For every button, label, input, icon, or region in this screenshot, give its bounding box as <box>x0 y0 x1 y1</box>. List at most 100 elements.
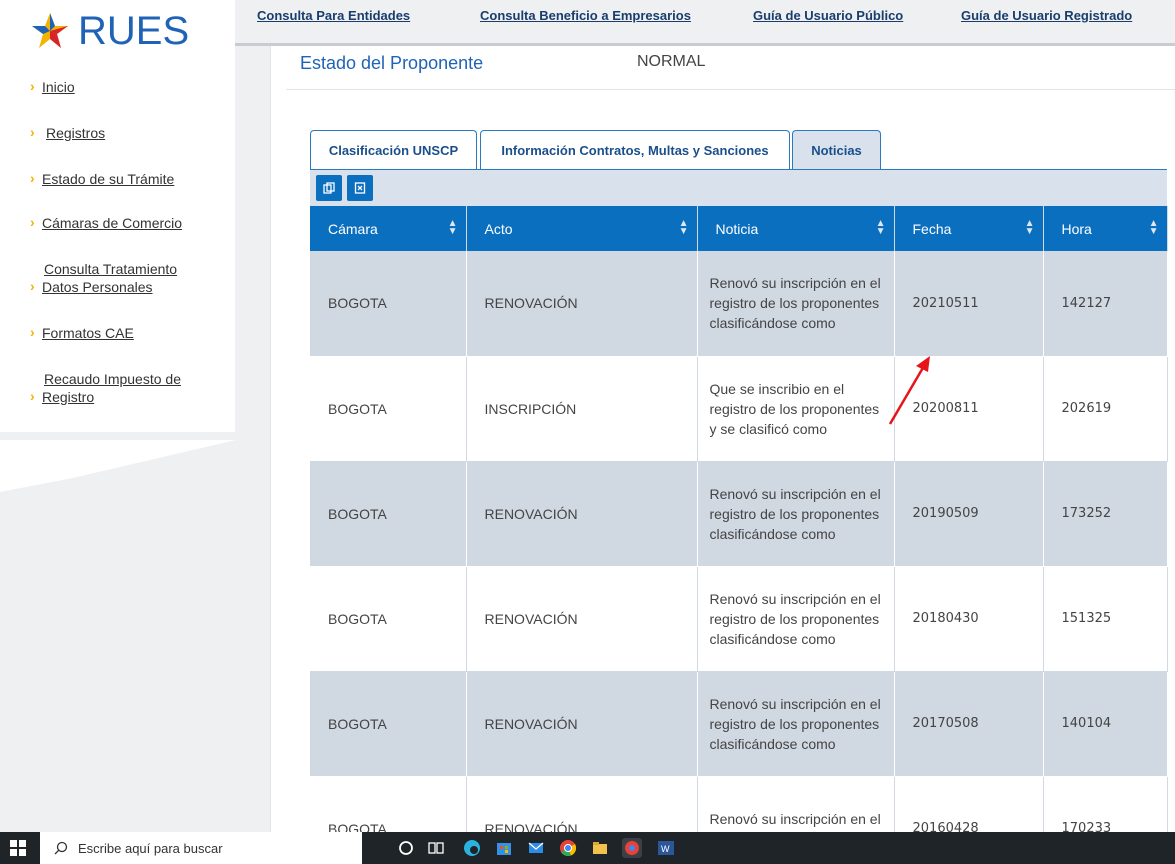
tab-clasificacion-unscp[interactable]: Clasificación UNSCP <box>310 130 477 170</box>
sidebar-item-recaudo-impuesto[interactable]: Recaudo Impuesto de › Registro <box>30 370 181 406</box>
copy-button[interactable] <box>316 175 342 201</box>
cell-camara: BOGOTA <box>310 251 467 357</box>
cell-camara: BOGOTA <box>310 461 467 567</box>
cortana-icon[interactable] <box>396 838 416 858</box>
chrome-icon[interactable] <box>558 838 578 858</box>
sidebar-item-tratamiento-datos[interactable]: Consulta Tratamiento › Datos Personales <box>30 260 177 296</box>
table-row: BOGOTA RENOVACIÓN Renovó su inscripción … <box>310 251 1168 357</box>
table-row: BOGOTA INSCRIPCIÓN Que se inscribio en e… <box>310 356 1168 462</box>
sidebar-item-inicio[interactable]: › Inicio <box>30 78 75 96</box>
chevron-right-icon: › <box>30 78 35 94</box>
cell-noticia: Renovó su inscripción en el registro de … <box>697 566 895 672</box>
estado-label: Estado del Proponente <box>300 53 484 73</box>
header-label: Fecha <box>912 220 952 237</box>
sidebar-item-label-line1[interactable]: Consulta Tratamiento <box>30 260 177 278</box>
cell-acto: RENOVACIÓN <box>466 251 698 357</box>
tab-label: Noticias <box>811 143 862 158</box>
sidebar-item-label[interactable]: Inicio <box>42 78 75 96</box>
cell-hora: 140104 <box>1043 671 1168 777</box>
mail-icon[interactable] <box>526 838 546 858</box>
cell-noticia: Renovó su inscripción en el registro de … <box>697 251 895 357</box>
excel-export-button[interactable] <box>347 175 373 201</box>
sidebar-item-label[interactable]: Registros <box>42 124 105 142</box>
tab-noticias[interactable]: Noticias <box>792 130 881 170</box>
table-row: BOGOTA RENOVACIÓN Renovó su inscripción … <box>310 566 1168 672</box>
sort-icon[interactable]: ▲ ▼ <box>1149 219 1159 237</box>
table-toolbar <box>310 169 1167 206</box>
rues-logo[interactable]: RUES <box>30 8 210 53</box>
estado-value: NORMAL <box>637 53 706 70</box>
cell-fecha: 20180430 <box>894 566 1044 672</box>
header-label: Hora <box>1061 220 1092 237</box>
divider <box>286 89 1175 90</box>
cell-fecha: 20170508 <box>894 671 1044 777</box>
page-root: RUES › Inicio › Registros › Estado de su… <box>0 0 1175 864</box>
word-icon[interactable]: W <box>656 838 676 858</box>
search-icon <box>54 841 68 855</box>
svg-text:W: W <box>661 844 670 854</box>
windows-taskbar: Escribe aquí para buscar W <box>0 832 1175 864</box>
sort-icon[interactable]: ▲ ▼ <box>1025 219 1035 237</box>
store-icon[interactable] <box>494 838 514 858</box>
task-view-icon[interactable] <box>426 838 446 858</box>
cell-acto: RENOVACIÓN <box>466 461 698 567</box>
content-divider <box>270 46 271 832</box>
sidebar-item-camaras[interactable]: › Cámaras de Comercio <box>30 214 182 232</box>
copy-icon <box>323 182 335 194</box>
chevron-right-icon: › <box>30 124 35 140</box>
edge-icon[interactable] <box>462 838 482 858</box>
sidebar-item-label[interactable]: Estado de su Trámite <box>42 170 174 188</box>
top-nav-bar: Consulta Para Entidades Consulta Benefic… <box>235 0 1175 46</box>
header-label: Acto <box>484 220 513 237</box>
sidebar-item-label-line2[interactable]: Datos Personales <box>42 278 153 296</box>
cell-hora: 202619 <box>1043 356 1168 462</box>
tab-contratos-multas[interactable]: Información Contratos, Multas y Sancione… <box>480 130 790 170</box>
chevron-right-icon: › <box>30 214 35 230</box>
link-consulta-beneficio[interactable]: Consulta Beneficio a Empresarios <box>480 8 691 23</box>
column-header-acto[interactable]: Acto ▲ ▼ <box>466 206 698 251</box>
sidebar-item-formatos-cae[interactable]: › Formatos CAE <box>30 324 134 342</box>
chevron-right-icon: › <box>30 278 35 294</box>
sidebar-item-estado-tramite[interactable]: › Estado de su Trámite <box>30 170 174 188</box>
cell-noticia: Que se inscribio en el registro de los p… <box>697 356 895 462</box>
cell-camara: BOGOTA <box>310 566 467 672</box>
column-header-fecha[interactable]: Fecha ▲ ▼ <box>894 206 1044 251</box>
cell-acto: INSCRIPCIÓN <box>466 356 698 462</box>
sidebar-item-label[interactable]: Formatos CAE <box>42 324 134 342</box>
cell-hora: 151325 <box>1043 566 1168 672</box>
windows-start-icon[interactable] <box>10 840 26 856</box>
cell-fecha: 20210511 <box>894 251 1044 357</box>
table-row: BOGOTA RENOVACIÓN Renovó su inscripción … <box>310 461 1168 567</box>
chevron-right-icon: › <box>30 388 35 404</box>
taskbar-search-box[interactable]: Escribe aquí para buscar <box>40 832 362 864</box>
sidebar-item-label-line2[interactable]: Registro <box>42 388 94 406</box>
cell-noticia: Renovó su inscripción en el registro de … <box>697 671 895 777</box>
tab-label: Clasificación UNSCP <box>328 143 459 158</box>
sidebar-item-label[interactable]: Cámaras de Comercio <box>42 214 182 232</box>
sort-icon[interactable]: ▲ ▼ <box>679 219 689 237</box>
link-guia-usuario-registrado[interactable]: Guía de Usuario Registrado <box>961 8 1132 23</box>
link-consulta-entidades[interactable]: Consulta Para Entidades <box>257 8 410 23</box>
header-label: Noticia <box>715 220 759 237</box>
sort-icon[interactable]: ▲ ▼ <box>876 219 886 237</box>
header-label: Cámara <box>328 220 378 237</box>
cell-camara: BOGOTA <box>310 671 467 777</box>
chrome-profile-icon[interactable] <box>622 838 642 858</box>
sidebar-item-label-line1[interactable]: Recaudo Impuesto de <box>30 370 181 388</box>
excel-icon <box>354 182 366 194</box>
sidebar-diagonal <box>0 440 270 500</box>
cell-camara: BOGOTA <box>310 356 467 462</box>
column-header-hora[interactable]: Hora ▲ ▼ <box>1043 206 1168 251</box>
sort-icon[interactable]: ▲ ▼ <box>448 219 458 237</box>
sidebar-item-registros[interactable]: › Registros <box>30 124 105 142</box>
logo-text: RUES <box>78 8 190 53</box>
cell-acto: RENOVACIÓN <box>466 566 698 672</box>
cell-fecha: 20200811 <box>894 356 1044 462</box>
column-header-noticia[interactable]: Noticia ▲ ▼ <box>697 206 895 251</box>
link-guia-usuario-publico[interactable]: Guía de Usuario Público <box>753 8 903 23</box>
column-header-camara[interactable]: Cámara ▲ ▼ <box>310 206 467 251</box>
chevron-right-icon: › <box>30 170 35 186</box>
file-explorer-icon[interactable] <box>590 838 610 858</box>
noticias-table: Cámara ▲ ▼ Acto ▲ ▼ Noticia ▲ ▼ Fecha ▲ ▼ Hora ▲ ▼… <box>310 206 1168 864</box>
tab-label: Información Contratos, Multas y Sancione… <box>501 143 769 158</box>
